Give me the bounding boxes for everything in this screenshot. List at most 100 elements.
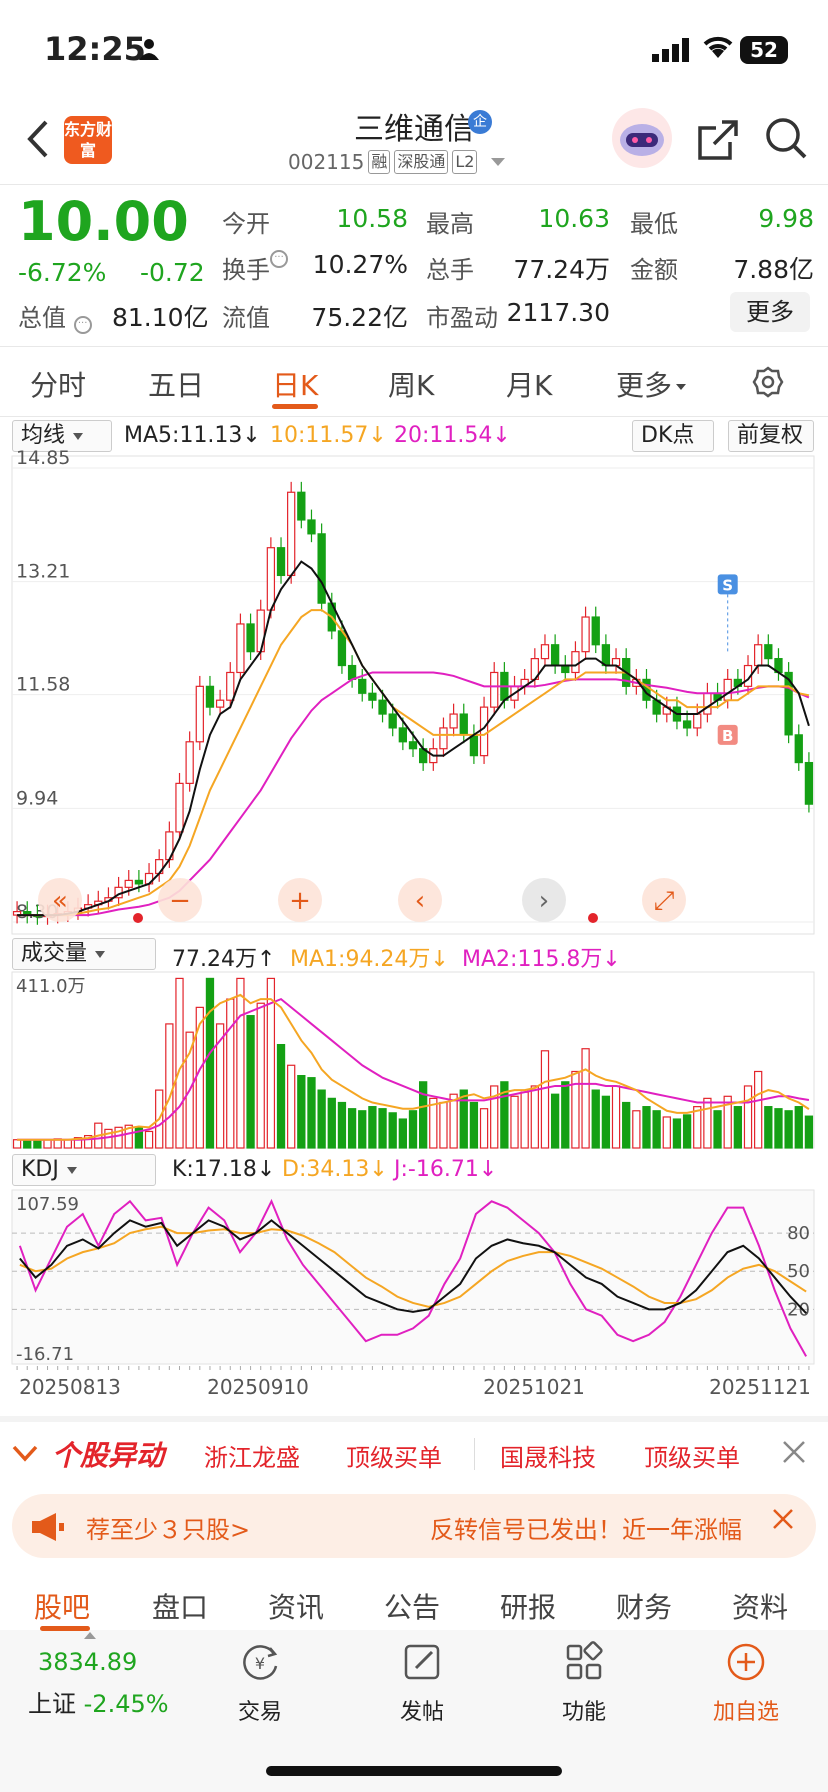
legend-ma20: 20:11.54↓ — [394, 423, 511, 448]
volume-bar — [479, 1108, 489, 1149]
chevron-down-icon[interactable] — [10, 1438, 40, 1468]
candle-body — [195, 685, 204, 743]
close-icon[interactable] — [770, 1506, 796, 1532]
assistant-robot-icon[interactable] — [612, 108, 672, 168]
event-dot — [588, 913, 598, 923]
fullscreen-button-icon: ⤢ — [654, 886, 675, 916]
quote-divider — [0, 346, 828, 347]
nav-functions[interactable]: 功能 — [534, 1640, 634, 1726]
candle-body — [358, 678, 367, 694]
volume-bar — [662, 1116, 671, 1149]
candle-body — [205, 685, 215, 708]
volume-bar — [561, 1081, 570, 1149]
open-value: 10.58 — [336, 204, 408, 233]
candle-body — [550, 644, 560, 667]
candle-body — [408, 741, 418, 750]
tab-finance[interactable]: 财务 — [616, 1586, 672, 1626]
tab-monthly-k[interactable]: 月K — [506, 364, 552, 404]
volume-bar — [418, 1081, 428, 1149]
amount-label: 金额 — [630, 256, 678, 284]
tab-research[interactable]: 研报 — [500, 1586, 556, 1626]
tab-announcements[interactable]: 公告 — [384, 1586, 440, 1626]
legend-ma5: MA5:11.13↓ — [124, 423, 261, 448]
share-icon[interactable] — [696, 118, 740, 162]
candle-body — [215, 699, 225, 708]
volume-bar — [347, 1108, 357, 1149]
nav-post[interactable]: 发帖 — [372, 1640, 472, 1726]
total-volume-label: 总手 — [426, 256, 474, 284]
mover-item[interactable]: 顶级买单 — [644, 1438, 740, 1473]
kdj-bottom-label: -16.71 — [16, 1344, 74, 1365]
date-tick-label: 20250910 — [207, 1375, 309, 1399]
volume-bar — [622, 1101, 631, 1149]
scroll-right-button-icon: › — [539, 886, 549, 916]
stock-code-row[interactable]: 002115 融 深股通 L2 — [288, 150, 506, 174]
chevron-down-icon — [95, 950, 106, 958]
gear-icon[interactable] — [752, 366, 784, 398]
candle-body — [368, 692, 377, 701]
tab-news[interactable]: 资讯 — [268, 1586, 324, 1626]
volume-bar — [226, 998, 235, 1149]
index-label[interactable]: 上证 -2.45% — [28, 1684, 169, 1719]
tab-guba[interactable]: 股吧 — [34, 1586, 90, 1626]
nav-trade[interactable]: ¥ 交易 — [210, 1640, 310, 1726]
wifi-icon — [703, 36, 733, 58]
candle-body — [439, 727, 448, 750]
amount-value: 7.88亿 — [733, 255, 814, 284]
tab-daily-k[interactable]: 日K — [272, 364, 318, 404]
volume-bar — [784, 1110, 793, 1149]
candle-body — [337, 630, 347, 667]
chevron-up-icon[interactable] — [84, 1632, 96, 1639]
volume-bar — [256, 1002, 265, 1149]
tab-more[interactable]: 更多 — [616, 364, 687, 404]
float-cap-label: 流值 — [222, 304, 270, 332]
volume-bar — [764, 1106, 773, 1149]
tab-intraday[interactable]: 分时 — [30, 364, 86, 404]
chevron-down-icon[interactable] — [491, 158, 506, 166]
dk-point-toggle[interactable]: DK点 — [632, 420, 714, 452]
kline-chart[interactable]: 14.8513.2111.589.948.30SB« − + ‹ › ⤢411.0万107… — [0, 450, 828, 1400]
candle-body — [449, 713, 458, 729]
scroll-left-fast-button-icon: « — [52, 886, 68, 916]
candle-body — [601, 644, 611, 667]
tab-handicap[interactable]: 盘口 — [152, 1586, 208, 1626]
volume-bar — [246, 1015, 255, 1149]
volume-selector[interactable]: 成交量 — [12, 938, 156, 970]
trade-icon: ¥ — [243, 1645, 278, 1680]
index-value[interactable]: 3834.89 — [38, 1648, 137, 1676]
section-divider — [0, 1416, 828, 1422]
ma-selector[interactable]: 均线 — [12, 420, 112, 452]
volume-bar — [632, 1110, 641, 1149]
tab-weekly-k[interactable]: 周K — [388, 364, 434, 404]
mover-item[interactable]: 顶级买单 — [346, 1438, 442, 1473]
volume-max-label: 411.0万 — [16, 976, 86, 997]
promo-text-right[interactable]: 反转信号已发出！近一年涨幅 — [430, 1510, 760, 1545]
volume-bar — [63, 1139, 72, 1149]
volume-bar — [287, 1064, 296, 1149]
mover-item[interactable]: 国晟科技 — [500, 1438, 596, 1473]
promo-text-left[interactable]: 荐至少３只股> — [86, 1510, 250, 1545]
sell-signal-label: S — [722, 576, 733, 594]
close-icon[interactable] — [780, 1438, 808, 1466]
mover-item[interactable]: 浙江龙盛 — [204, 1438, 300, 1473]
tab-five-day[interactable]: 五日 — [148, 364, 204, 404]
candle-body — [287, 491, 296, 577]
market-cap-value: 81.10亿 — [112, 303, 209, 332]
turnover-value: 10.27% — [312, 250, 408, 279]
volume-bar — [601, 1095, 611, 1149]
nav-add-watchlist[interactable]: 加自选 — [696, 1640, 796, 1726]
volume-bar — [144, 1130, 154, 1149]
chevron-down-icon — [73, 432, 84, 440]
kdj-selector[interactable]: KDJ — [12, 1154, 156, 1186]
volume-bar — [378, 1108, 387, 1149]
grid-icon — [566, 1641, 603, 1680]
volume-bar — [408, 1110, 418, 1149]
adjust-toggle[interactable]: 前复权 — [728, 420, 814, 452]
candle-body — [693, 713, 702, 729]
candle-body — [591, 616, 600, 646]
more-button[interactable]: 更多 — [730, 292, 810, 332]
home-indicator — [266, 1766, 562, 1776]
search-icon[interactable] — [764, 116, 808, 160]
volume-bar — [398, 1118, 408, 1149]
tab-profile[interactable]: 资料 — [732, 1586, 788, 1626]
